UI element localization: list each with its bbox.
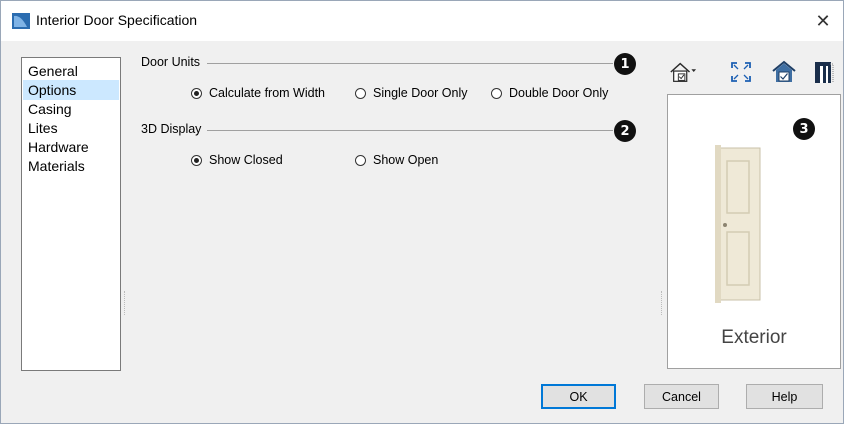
tab-lites[interactable]: Lites <box>23 118 119 138</box>
radio-label: Double Door Only <box>509 86 609 100</box>
splitter-grip-left[interactable] <box>124 291 127 315</box>
radio-indicator <box>191 87 202 99</box>
tab-hardware[interactable]: Hardware <box>23 137 119 157</box>
radio-label: Calculate from Width <box>209 86 326 100</box>
splitter-grip-right[interactable] <box>661 291 664 315</box>
radio-indicator <box>191 154 202 166</box>
radio-label: Show Open <box>373 153 439 167</box>
callout-badge-1: 1 <box>614 53 636 75</box>
title-bar: Interior Door Specification ✕ <box>1 1 843 41</box>
tab-list: General Options Casing Lites Hardware Ma… <box>21 57 121 371</box>
door-frame-icon <box>815 62 834 83</box>
radio-indicator <box>355 154 366 166</box>
window-title: Interior Door Specification <box>36 12 198 28</box>
display-3d-divider <box>207 130 613 131</box>
help-button[interactable]: Help <box>746 384 823 409</box>
door-units-label: Door Units <box>141 55 201 69</box>
radio-label: Show Closed <box>209 153 283 167</box>
close-icon: ✕ <box>815 10 831 31</box>
door-units-divider <box>207 63 613 64</box>
fill-window-icon <box>731 62 751 82</box>
display-3d-label: 3D Display <box>141 122 202 136</box>
cancel-button[interactable]: Cancel <box>644 384 719 409</box>
tab-options[interactable]: Options <box>23 80 119 100</box>
color-preview-button[interactable] <box>770 58 798 86</box>
radio-label: Single Door Only <box>373 86 468 100</box>
radio-single-door-only[interactable]: Single Door Only <box>355 86 468 100</box>
radio-show-closed[interactable]: Show Closed <box>191 153 283 167</box>
door-image <box>715 145 761 303</box>
house-view-dropdown-icon <box>670 62 697 82</box>
callout-badge-3: 3 <box>793 118 815 140</box>
app-logo-icon <box>12 13 30 29</box>
radio-indicator <box>491 87 502 99</box>
close-button[interactable]: ✕ <box>809 7 837 35</box>
door-preview-pane[interactable]: 3 Exterior <box>667 94 841 369</box>
house-view-dropdown-button[interactable] <box>669 58 697 86</box>
tab-materials[interactable]: Materials <box>23 156 119 176</box>
door-frame-button[interactable] <box>809 58 837 86</box>
radio-double-door-only[interactable]: Double Door Only <box>491 86 608 100</box>
callout-badge-2: 2 <box>614 120 636 142</box>
tab-general[interactable]: General <box>23 61 119 81</box>
color-preview-icon <box>772 60 796 82</box>
radio-indicator <box>355 87 366 99</box>
radio-show-open[interactable]: Show Open <box>355 153 438 167</box>
radio-calculate-from-width[interactable]: Calculate from Width <box>191 86 325 100</box>
dialog-window: Interior Door Specification ✕ General Op… <box>0 0 844 424</box>
preview-caption: Exterior <box>721 327 787 348</box>
ok-button[interactable]: OK <box>541 384 616 409</box>
fill-window-button[interactable] <box>727 58 755 86</box>
tab-casing[interactable]: Casing <box>23 99 119 119</box>
